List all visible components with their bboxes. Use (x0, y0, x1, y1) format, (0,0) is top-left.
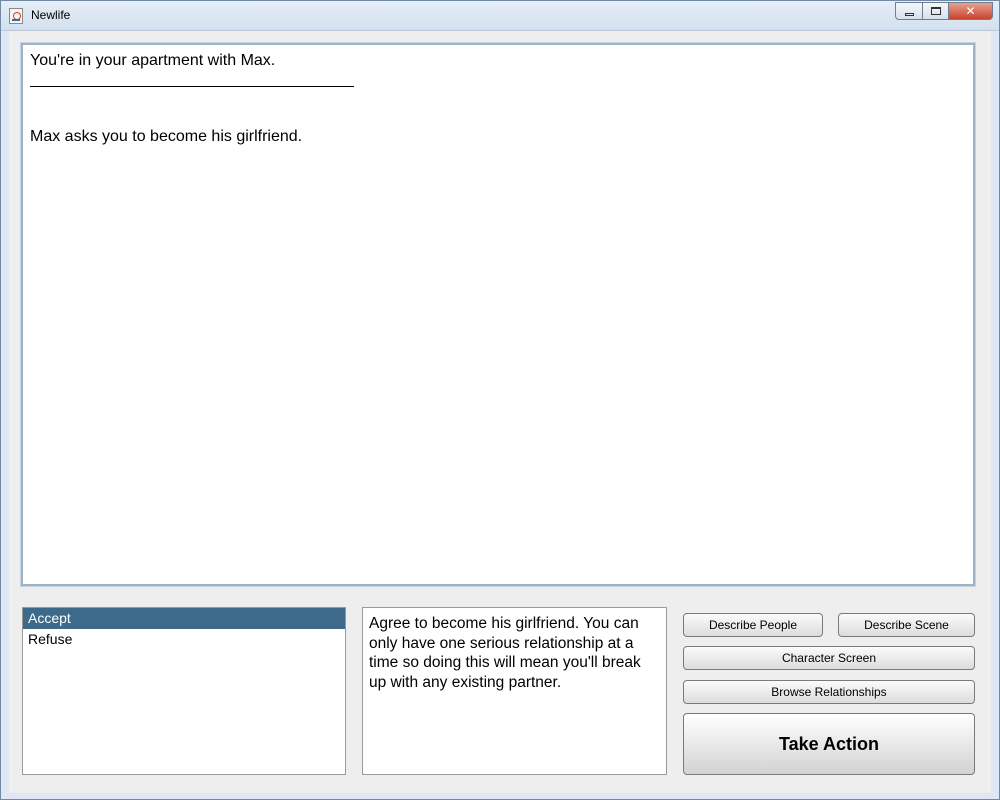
application-window: Newlife ✕ You're in your apartment with … (0, 0, 1000, 800)
choice-item-refuse[interactable]: Refuse (23, 629, 345, 650)
client-area: You're in your apartment with Max. Max a… (9, 31, 991, 793)
minimize-icon (904, 12, 914, 16)
browse-relationships-button[interactable]: Browse Relationships (683, 680, 975, 704)
maximize-icon (930, 7, 941, 15)
java-app-icon (9, 8, 23, 24)
story-text-panel[interactable]: You're in your apartment with Max. Max a… (20, 42, 976, 587)
choice-list[interactable]: Accept Refuse (22, 607, 346, 775)
choice-description: Agree to become his girlfriend. You can … (362, 607, 667, 775)
window-title: Newlife (31, 8, 71, 22)
caption-buttons: ✕ (895, 2, 993, 20)
choice-item-accept[interactable]: Accept (23, 608, 345, 629)
maximize-button[interactable] (922, 2, 948, 20)
title-bar[interactable]: Newlife ✕ (1, 1, 999, 31)
character-screen-button[interactable]: Character Screen (683, 646, 975, 670)
describe-people-button[interactable]: Describe People (683, 613, 823, 637)
story-event-text: Max asks you to become his girlfriend. (30, 128, 303, 145)
take-action-button[interactable]: Take Action (683, 713, 975, 775)
story-location-text: You're in your apartment with Max. (30, 52, 276, 69)
close-button[interactable]: ✕ (948, 2, 993, 20)
minimize-button[interactable] (895, 2, 922, 20)
story-divider (30, 86, 354, 87)
close-icon: ✕ (965, 4, 976, 18)
describe-scene-button[interactable]: Describe Scene (838, 613, 975, 637)
